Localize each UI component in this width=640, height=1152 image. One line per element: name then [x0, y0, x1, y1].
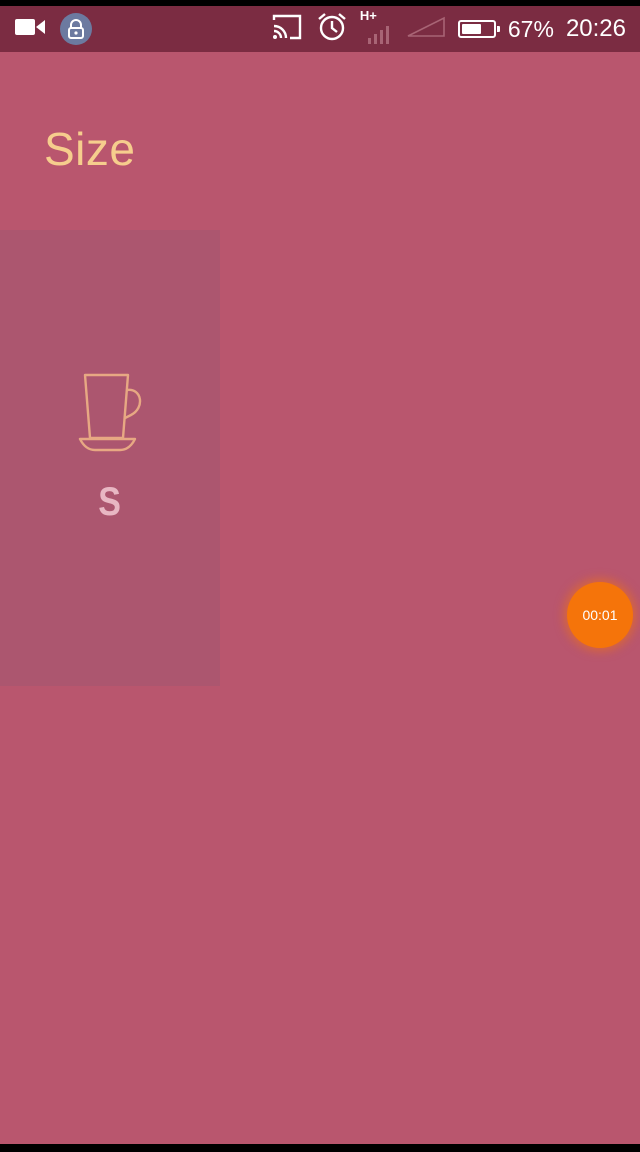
status-bar-right: H+ 67% 20:26	[270, 8, 626, 48]
size-label: S	[98, 480, 122, 524]
network-type: H+	[359, 8, 377, 23]
bottom-edge	[0, 1144, 640, 1152]
battery-tip	[496, 26, 500, 32]
alarm-icon	[316, 11, 348, 48]
battery-icon	[457, 20, 500, 38]
signal-icon: H+	[360, 8, 394, 46]
clock: 20:26	[565, 15, 626, 42]
lock-icon[interactable]	[60, 13, 92, 45]
timer-badge[interactable]: 00:01	[567, 582, 633, 648]
status-bar: H+ 67% 20:26	[0, 6, 640, 52]
status-bar-left	[14, 12, 92, 46]
page-title: Size	[44, 123, 136, 175]
cast-icon	[270, 12, 304, 47]
cup-icon	[76, 370, 146, 456]
video-camera-icon	[14, 17, 46, 42]
battery-level	[461, 24, 481, 34]
size-option-card[interactable]	[0, 230, 220, 686]
signal-icon	[406, 16, 446, 43]
battery-percent: 67%	[507, 15, 554, 42]
